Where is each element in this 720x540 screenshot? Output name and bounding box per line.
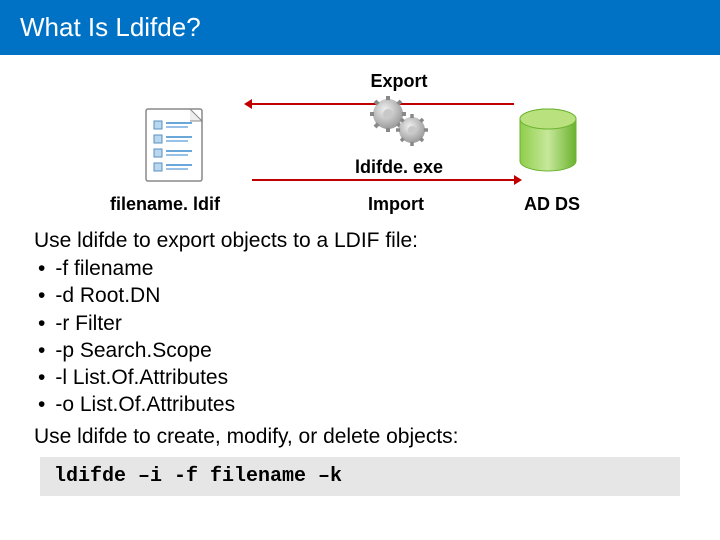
import-arrow: [252, 179, 514, 181]
ldifde-diagram: Export: [34, 69, 686, 219]
file-icon: [144, 107, 204, 188]
list-item: -r Filter: [38, 310, 686, 337]
command-box: ldifde –i -f filename –k: [40, 457, 680, 496]
export-options-list: -f filename -d Root.DN -r Filter -p Sear…: [34, 255, 686, 419]
slide-title: What Is Ldifde?: [0, 0, 720, 55]
export-label: Export: [334, 71, 464, 92]
tool-label: ldifde. exe: [334, 157, 464, 178]
gears-icon: [334, 94, 464, 155]
list-item: -l List.Of.Attributes: [38, 364, 686, 391]
filename-label: filename. ldif: [110, 194, 220, 215]
slide-content: Export: [0, 55, 720, 496]
list-item: -d Root.DN: [38, 282, 686, 309]
import-label: Import: [368, 194, 424, 215]
database-icon: [517, 107, 579, 182]
list-item: -f filename: [38, 255, 686, 282]
export-heading: Use ldifde to export objects to a LDIF f…: [34, 229, 686, 253]
list-item: -p Search.Scope: [38, 337, 686, 364]
modify-heading: Use ldifde to create, modify, or delete …: [34, 425, 686, 449]
adds-label: AD DS: [524, 194, 580, 215]
list-item: -o List.Of.Attributes: [38, 391, 686, 418]
